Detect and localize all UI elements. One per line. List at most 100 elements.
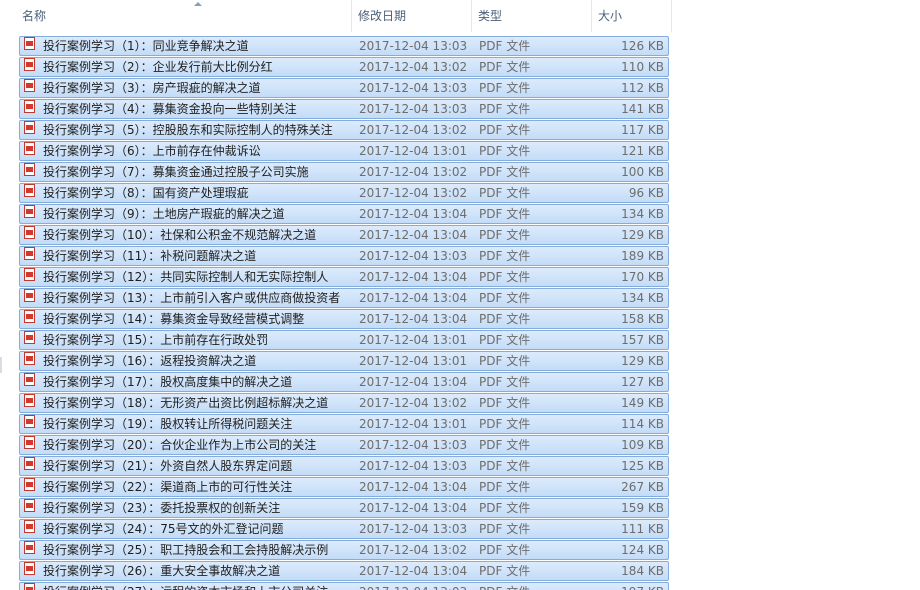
pdf-file-icon (24, 121, 35, 134)
pdf-file-icon (24, 58, 35, 71)
file-row[interactable]: 投行案例学习（8）：国有资产处理瑕疵 2017-12-04 13:02 PDF 文件… (19, 183, 669, 203)
file-row[interactable]: 投行案例学习（11）：补税问题解决之道 2017-12-04 13:03 PDF 文… (19, 246, 669, 266)
file-size: 141 KB (621, 102, 664, 116)
file-modified-date: 2017-12-04 13:02 (359, 123, 468, 137)
file-size: 158 KB (621, 312, 664, 326)
file-type: PDF 文件 (479, 438, 531, 452)
file-row[interactable]: 投行案例学习（14）：募集资金导致经营模式调整 2017-12-04 13:04 P… (19, 309, 669, 329)
file-row[interactable]: 投行案例学习（10）：社保和公积金不规范解决之道 2017-12-04 13:04… (19, 225, 669, 245)
file-modified-date: 2017-12-04 13:04 (359, 375, 468, 389)
file-type: PDF 文件 (479, 522, 531, 536)
pdf-file-icon (24, 226, 35, 239)
file-type: PDF 文件 (479, 81, 531, 95)
pdf-file-icon (24, 478, 35, 491)
file-modified-date: 2017-12-04 13:01 (359, 354, 468, 368)
file-row[interactable]: 投行案例学习（13）：上市前引入客户或供应商做投资者 2017-12-04 13:… (19, 288, 669, 308)
pdf-file-icon (24, 352, 35, 365)
file-row[interactable]: 投行案例学习（5）：控股股东和实际控制人的特殊关注 2017-12-04 13:0… (19, 120, 669, 140)
file-name: 投行案例学习（11）：补税问题解决之道 (43, 249, 257, 263)
file-name: 投行案例学习（21）：外资自然人股东界定问题 (43, 459, 293, 473)
file-row[interactable]: 投行案例学习（4）：募集资金投向一些特别关注 2017-12-04 13:03 PD… (19, 99, 669, 119)
file-modified-date: 2017-12-04 13:03 (359, 583, 467, 590)
file-row[interactable]: 投行案例学习（6）：上市前存在仲裁诉讼 2017-12-04 13:01 PDF 文… (19, 141, 669, 161)
file-type: PDF 文件 (479, 354, 531, 368)
file-type: PDF 文件 (479, 60, 531, 74)
file-row[interactable]: 投行案例学习（23）：委托投票权的创新关注 2017-12-04 13:04 PDF… (19, 498, 669, 518)
file-row[interactable]: 投行案例学习（25）：职工持股会和工会持股解决示例 2017-12-04 13:0… (19, 540, 669, 560)
pdf-file-icon (24, 562, 35, 575)
file-size: 117 KB (621, 123, 664, 137)
column-header-bar: 名称 修改日期 类型 大小 (0, 0, 920, 32)
file-modified-date: 2017-12-04 13:01 (359, 144, 468, 158)
file-type: PDF 文件 (479, 123, 531, 137)
column-header-name[interactable]: 名称 (16, 0, 352, 32)
file-row[interactable]: 投行案例学习（24）：75号文的外汇登记问题 2017-12-04 13:03 PD… (19, 519, 669, 539)
file-type: PDF 文件 (479, 207, 531, 221)
file-name: 投行案例学习（4）：募集资金投向一些特别关注 (43, 102, 297, 116)
file-name: 投行案例学习（7）：募集资金通过控股子公司实施 (43, 165, 309, 179)
file-modified-date: 2017-12-04 13:03 (359, 459, 468, 473)
file-size: 100 KB (621, 165, 664, 179)
file-size: 96 KB (628, 186, 664, 200)
file-size: 125 KB (621, 459, 664, 473)
file-list: 投行案例学习（1）：同业竞争解决之道 2017-12-04 13:03 PDF 文件… (19, 36, 669, 590)
file-size: 112 KB (621, 81, 664, 95)
file-name: 投行案例学习（25）：职工持股会和工会持股解决示例 (43, 543, 329, 557)
file-row[interactable]: 投行案例学习（7）：募集资金通过控股子公司实施 2017-12-04 13:02 P… (19, 162, 669, 182)
column-header-size[interactable]: 大小 (592, 0, 672, 32)
file-modified-date: 2017-12-04 13:02 (359, 60, 468, 74)
file-size: 110 KB (621, 60, 664, 74)
file-modified-date: 2017-12-04 13:03 (359, 249, 468, 263)
file-row[interactable]: 投行案例学习（19）：股权转让所得税问题关注 2017-12-04 13:01 PD… (19, 414, 669, 434)
column-header-name-label: 名称 (22, 9, 47, 23)
file-row[interactable]: 投行案例学习（18）：无形资产出资比例超标解决之道 2017-12-04 13:0… (19, 393, 669, 413)
file-row[interactable]: 投行案例学习（3）：房产瑕疵的解决之道 2017-12-04 13:03 PDF 文… (19, 78, 669, 98)
file-row[interactable]: 投行案例学习（12）：共同实际控制人和无实际控制人 2017-12-04 13:0… (19, 267, 669, 287)
column-header-type[interactable]: 类型 (472, 0, 592, 32)
file-row[interactable]: 投行案例学习（16）：返程投资解决之道 2017-12-04 13:01 PDF 文… (19, 351, 669, 371)
file-name: 投行案例学习（17）：股权高度集中的解决之道 (43, 375, 293, 389)
column-header-type-label: 类型 (478, 9, 503, 23)
pdf-file-icon (24, 79, 35, 92)
file-name: 投行案例学习（10）：社保和公积金不规范解决之道 (43, 228, 317, 242)
file-size: 149 KB (621, 396, 664, 410)
file-type: PDF 文件 (479, 396, 531, 410)
file-size: 134 KB (621, 207, 664, 221)
sort-ascending-icon (194, 2, 202, 6)
file-row[interactable]: 投行案例学习（27）：远程的资本市场和上市公司关注 2017-12-04 13:0… (19, 582, 669, 590)
file-name: 投行案例学习（18）：无形资产出资比例超标解决之道 (43, 396, 329, 410)
file-size: 124 KB (621, 543, 664, 557)
column-header-date[interactable]: 修改日期 (352, 0, 472, 32)
file-row[interactable]: 投行案例学习（20）：合伙企业作为上市公司的关注 2017-12-04 13:03… (19, 435, 669, 455)
file-type: PDF 文件 (479, 165, 531, 179)
pdf-file-icon (24, 499, 35, 512)
file-type: PDF 文件 (479, 459, 531, 473)
file-name: 投行案例学习（27）：远程的资本市场和上市公司关注 (43, 583, 328, 590)
file-row[interactable]: 投行案例学习（9）：土地房产瑕疵的解决之道 2017-12-04 13:04 PDF… (19, 204, 669, 224)
file-name: 投行案例学习（24）：75号文的外汇登记问题 (43, 522, 284, 536)
file-modified-date: 2017-12-04 13:02 (359, 186, 468, 200)
pdf-file-icon (24, 142, 35, 155)
file-row[interactable]: 投行案例学习（1）：同业竞争解决之道 2017-12-04 13:03 PDF 文件… (19, 36, 669, 56)
file-name: 投行案例学习（22）：渠道商上市的可行性关注 (43, 480, 293, 494)
file-name: 投行案例学习（20）：合伙企业作为上市公司的关注 (43, 438, 317, 452)
file-modified-date: 2017-12-04 13:03 (359, 39, 468, 53)
file-name: 投行案例学习（23）：委托投票权的创新关注 (43, 501, 281, 515)
file-size: 109 KB (621, 438, 664, 452)
file-modified-date: 2017-12-04 13:04 (359, 207, 468, 221)
file-row[interactable]: 投行案例学习（15）：上市前存在行政处罚 2017-12-04 13:01 PDF … (19, 330, 669, 350)
file-name: 投行案例学习（15）：上市前存在行政处罚 (43, 333, 269, 347)
file-modified-date: 2017-12-04 13:04 (359, 228, 468, 242)
file-row[interactable]: 投行案例学习（21）：外资自然人股东界定问题 2017-12-04 13:03 PD… (19, 456, 669, 476)
file-row[interactable]: 投行案例学习（2）：企业发行前大比例分红 2017-12-04 13:02 PDF … (19, 57, 669, 77)
file-row[interactable]: 投行案例学习（26）：重大安全事故解决之道 2017-12-04 13:04 PDF… (19, 561, 669, 581)
file-name: 投行案例学习（3）：房产瑕疵的解决之道 (43, 81, 261, 95)
file-type: PDF 文件 (479, 480, 531, 494)
file-type: PDF 文件 (479, 375, 531, 389)
file-name: 投行案例学习（2）：企业发行前大比例分红 (43, 60, 273, 74)
pdf-file-icon (24, 100, 35, 113)
file-size: 127 KB (621, 375, 664, 389)
file-name: 投行案例学习（13）：上市前引入客户或供应商做投资者 (43, 291, 341, 305)
file-row[interactable]: 投行案例学习（17）：股权高度集中的解决之道 2017-12-04 13:04 PD… (19, 372, 669, 392)
file-row[interactable]: 投行案例学习（22）：渠道商上市的可行性关注 2017-12-04 13:04 PD… (19, 477, 669, 497)
